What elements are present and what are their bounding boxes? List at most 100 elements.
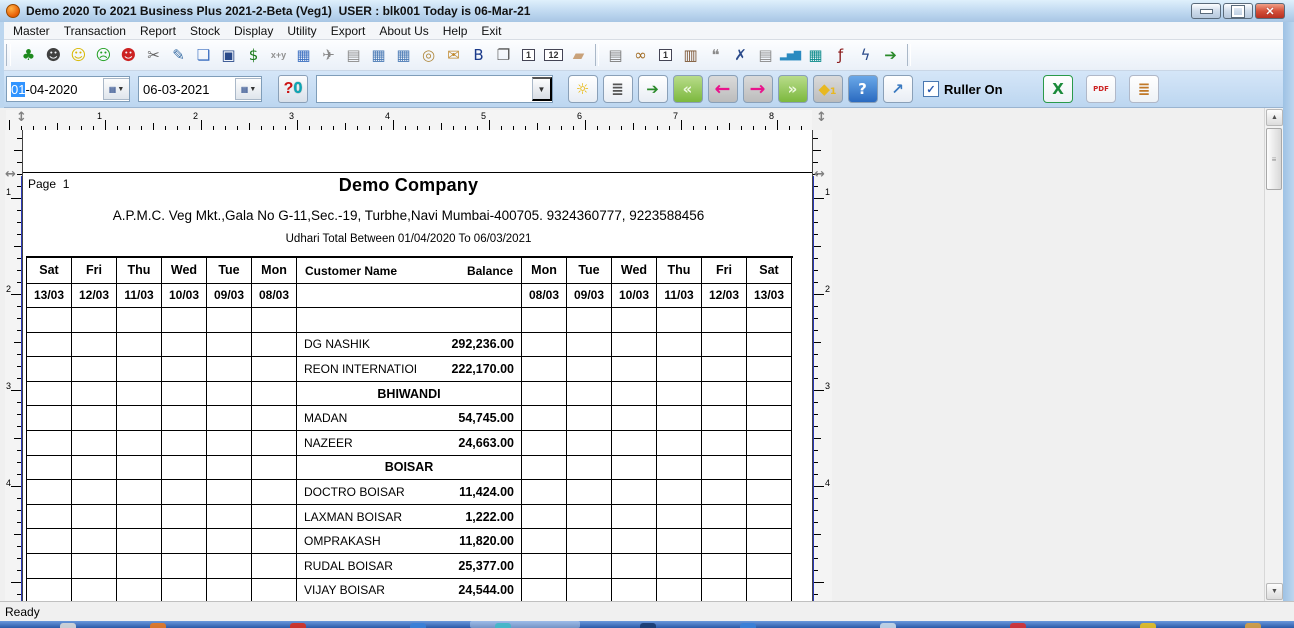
happy-smiley-button[interactable]: ☺	[67, 43, 91, 67]
ruler-checkbox[interactable]: ✓	[923, 81, 939, 97]
menu-report[interactable]: Report	[133, 23, 183, 39]
taskbar-app-icon[interactable]	[1140, 623, 1156, 628]
taskbar-app-icon[interactable]	[150, 623, 166, 628]
menu-exit[interactable]: Exit	[474, 23, 508, 39]
scroll-down-button[interactable]: ▼	[1266, 583, 1283, 600]
calculator-button[interactable]: ▦	[804, 43, 828, 67]
date-to-field[interactable]: 06-03-2021 ▦▼	[138, 76, 262, 102]
tips-button[interactable]: ☼	[568, 75, 598, 103]
paper-plane-button[interactable]: ✈	[317, 43, 341, 67]
page-one-button[interactable]: 1	[517, 43, 541, 67]
taskbar-app-icon[interactable]	[1245, 623, 1261, 628]
first-page-button[interactable]: «	[673, 75, 703, 103]
menu-master[interactable]: Master	[6, 23, 57, 39]
taskbar-app-icon[interactable]	[290, 623, 306, 628]
detective-button[interactable]: ☻	[42, 43, 66, 67]
taskbar-app-icon[interactable]	[740, 623, 756, 628]
day-cell	[522, 357, 567, 382]
taskbar-app-icon[interactable]	[640, 623, 656, 628]
menu-export[interactable]: Export	[324, 23, 373, 39]
combobox-dropdown-button[interactable]: ▼	[532, 77, 552, 101]
ruler-tick	[813, 390, 824, 391]
function-fx-button[interactable]: ƒ	[829, 43, 853, 67]
page-setup-button[interactable]: ◆₁	[813, 75, 843, 103]
account-lookup-button[interactable]: ?0	[278, 75, 308, 103]
restore-button[interactable]	[1223, 3, 1253, 19]
vertical-scrollbar[interactable]: ▲ ≡ ▼	[1264, 108, 1283, 601]
toolbar-grip[interactable]	[6, 44, 11, 66]
close-button[interactable]: ✕	[1255, 3, 1285, 19]
add-nodes-button[interactable]: ❏	[192, 43, 216, 67]
edit-note-button[interactable]: ✎	[167, 43, 191, 67]
menu-about-us[interactable]: About Us	[372, 23, 435, 39]
taskbar-app-icon[interactable]	[495, 623, 511, 628]
book-pages-button[interactable]: ❐	[492, 43, 516, 67]
grid-settings-button[interactable]: ≣	[1129, 75, 1159, 103]
print-button[interactable]: ≣	[603, 75, 633, 103]
money-bag-button[interactable]: $	[242, 43, 266, 67]
spectacles-button[interactable]: ∞	[629, 43, 653, 67]
previous-page-button[interactable]: ←	[708, 75, 738, 103]
mail-forward-button[interactable]: ✉	[442, 43, 466, 67]
scroll-up-button[interactable]: ▲	[1266, 109, 1283, 126]
page-onetwo-button[interactable]: 12	[542, 43, 566, 67]
formula-xy-button[interactable]: x+y	[267, 43, 291, 67]
close-preview-button[interactable]: ➔	[638, 75, 668, 103]
page-number-button[interactable]: 1	[654, 43, 678, 67]
taskbar-app-icon[interactable]	[880, 623, 896, 628]
export-excel-button[interactable]: X	[1043, 75, 1073, 103]
date-to-calendar-button[interactable]: ▦▼	[235, 78, 261, 100]
exit-door-button[interactable]: ➔	[879, 43, 903, 67]
cabinet-add-button[interactable]: ▥	[679, 43, 703, 67]
next-page-button[interactable]: →	[743, 75, 773, 103]
taskbar-app-icon[interactable]	[60, 623, 76, 628]
table-row: RUDAL BOISAR25,377.00	[27, 554, 793, 579]
ruler-leftright-arrow-icon[interactable]: ↔	[814, 167, 825, 182]
menu-transaction[interactable]: Transaction	[57, 23, 133, 39]
eraser-button[interactable]: ▰	[567, 43, 591, 67]
ruler-leftright-arrow-icon[interactable]: ↔	[5, 167, 16, 182]
comment-button[interactable]: ❝	[704, 43, 728, 67]
taskbar-app-icon[interactable]	[410, 623, 426, 628]
menu-help[interactable]: Help	[436, 23, 475, 39]
bold-button[interactable]: B	[467, 43, 491, 67]
notebook-cross-button[interactable]: ✗	[729, 43, 753, 67]
day-cell	[702, 456, 747, 481]
menu-stock[interactable]: Stock	[183, 23, 227, 39]
zoom-export-button[interactable]: ↗	[883, 75, 913, 103]
minimize-button[interactable]	[1191, 3, 1221, 19]
scissors-button[interactable]: ✂	[142, 43, 166, 67]
bar-chart-button[interactable]: ▂▅▇	[779, 43, 803, 67]
red-mask-button[interactable]: ☻	[117, 43, 141, 67]
server-sync-button[interactable]: ▤	[754, 43, 778, 67]
windows-taskbar[interactable]	[0, 621, 1294, 628]
menu-display[interactable]: Display	[227, 23, 280, 39]
scrollbar-thumb[interactable]: ≡	[1266, 128, 1282, 190]
table-blue-button[interactable]: ▦	[367, 43, 391, 67]
runner-button[interactable]: ϟ	[854, 43, 878, 67]
last-page-button[interactable]: »	[778, 75, 808, 103]
calendar-grid-button[interactable]: ▦	[292, 43, 316, 67]
palm-tree-button[interactable]: ♣	[17, 43, 41, 67]
day-cell	[567, 382, 612, 407]
ruler-updown-arrow-icon[interactable]: ↕	[816, 110, 827, 125]
account-combobox[interactable]: ▼	[316, 75, 553, 103]
day-cell	[702, 554, 747, 579]
table-grid-button[interactable]: ▦	[392, 43, 416, 67]
form-window-button[interactable]: ▣	[217, 43, 241, 67]
ruler-updown-arrow-icon[interactable]: ↕	[16, 110, 27, 125]
ruler-number: 1	[6, 187, 11, 197]
export-pdf-button[interactable]: PDF	[1086, 75, 1116, 103]
help-button[interactable]: ?	[848, 75, 878, 103]
date-from-field[interactable]: 01-04-2020 ▦▼	[6, 76, 130, 102]
database-button[interactable]: ▤	[342, 43, 366, 67]
sad-smiley-button[interactable]: ☹	[92, 43, 116, 67]
day-cell	[612, 406, 657, 431]
taskbar-app-icon[interactable]	[1010, 623, 1026, 628]
cd-delivery-button[interactable]: ◎	[417, 43, 441, 67]
database-add-button[interactable]: ▤	[604, 43, 628, 67]
menu-utility[interactable]: Utility	[280, 23, 323, 39]
triangle-down-icon: ▼	[1271, 588, 1278, 595]
date-from-calendar-button[interactable]: ▦▼	[103, 78, 129, 100]
day-cell	[162, 333, 207, 358]
